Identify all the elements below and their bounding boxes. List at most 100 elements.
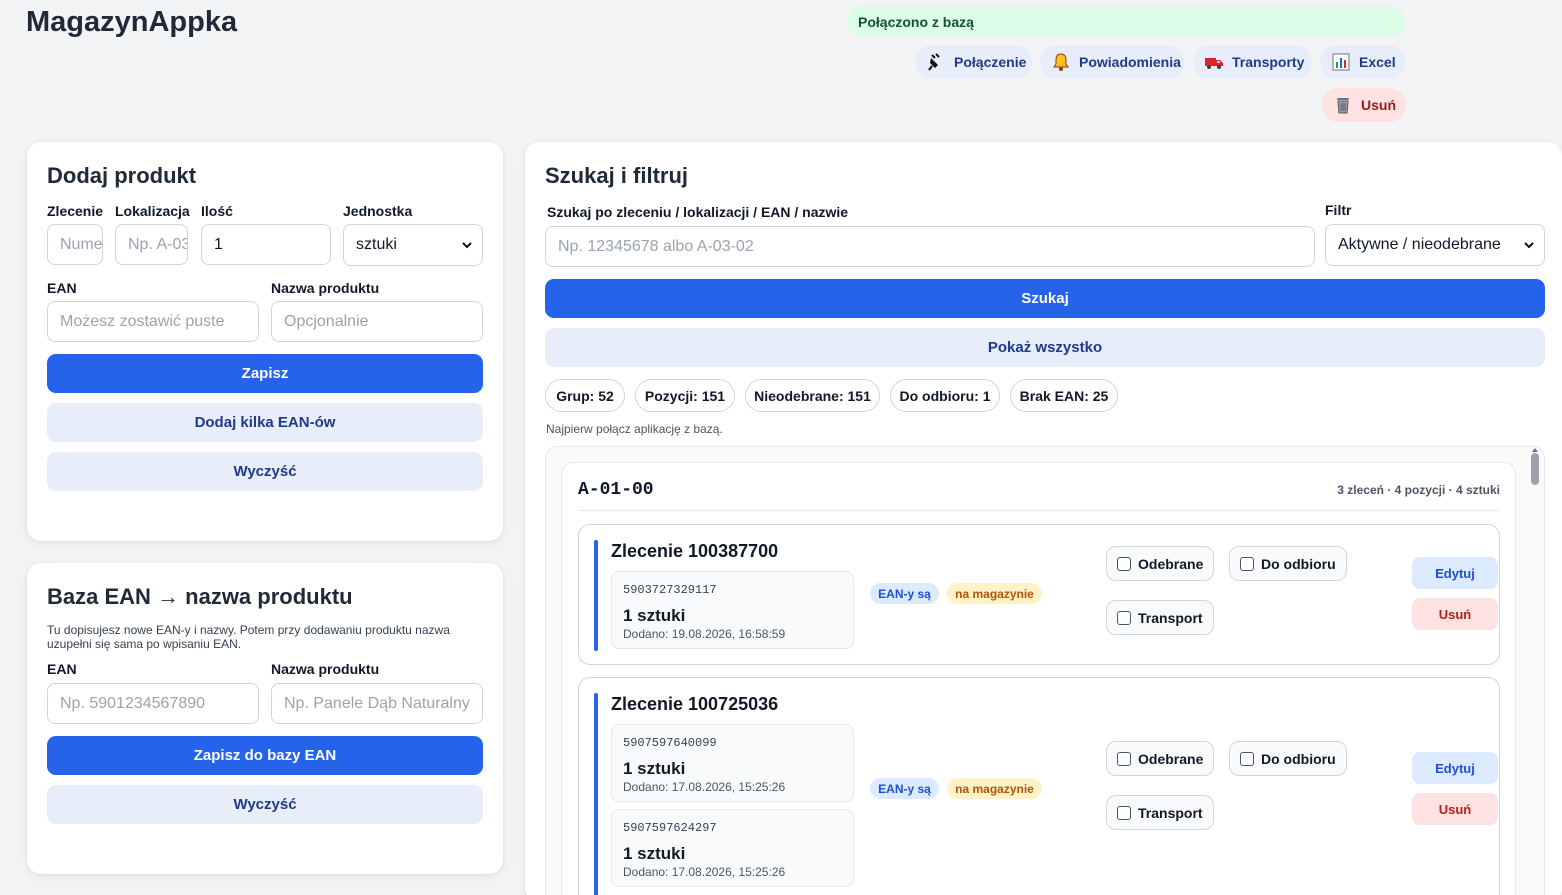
- stat-positions: Pozycji: 151: [635, 379, 735, 412]
- qty-label: Ilość: [201, 203, 233, 219]
- stat-groups: Grup: 52: [545, 379, 625, 412]
- checkbox-icon[interactable]: [1117, 751, 1131, 766]
- item-date: Dodano: 17.08.2026, 15:25:26: [623, 865, 786, 879]
- unit-select[interactable]: sztuki: [343, 224, 483, 266]
- connect-note: Najpierw połącz aplikację z bazą.: [546, 422, 723, 436]
- transports-label: Transporty: [1232, 54, 1305, 70]
- location-group: A-01-00 3 zleceń · 4 pozycji · 4 sztuki …: [561, 462, 1516, 895]
- filter-label: Filtr: [1325, 202, 1352, 218]
- item-date: Dodano: 17.08.2026, 15:25:26: [623, 780, 786, 794]
- scrollbar-thumb[interactable]: [1531, 453, 1539, 485]
- picked-label: Odebrane: [1138, 750, 1204, 767]
- show-all-button[interactable]: Pokaż wszystko: [545, 328, 1545, 367]
- filter-select[interactable]: Aktywne / nieodebrane: [1325, 224, 1545, 266]
- transport-checkbox[interactable]: Transport: [1106, 795, 1214, 830]
- checkbox-icon[interactable]: [1117, 556, 1131, 571]
- stat-missing-ean: Brak EAN: 25: [1010, 379, 1118, 412]
- product-name-label: Nazwa produktu: [271, 280, 380, 296]
- ean-base-name-input[interactable]: Np. Panele Dąb Naturalny: [271, 683, 483, 724]
- search-query-label: Szukaj po zleceniu / lokalizacji / EAN /…: [547, 204, 849, 220]
- qty-input[interactable]: 1: [201, 224, 331, 265]
- plug-icon: [928, 53, 940, 71]
- add-product-card: Dodaj produkt Zlecenie Lokalizacja Ilość…: [27, 142, 503, 541]
- checkbox-icon[interactable]: [1240, 751, 1254, 766]
- order-card: Zlecenie 100387700 5903727329117 1 sztuk…: [578, 524, 1500, 665]
- ean-base-ean-input[interactable]: Np. 5901234567890: [47, 683, 259, 724]
- connection-status-badge: Połączono z bazą: [847, 6, 1405, 36]
- chevron-down-icon: [462, 242, 472, 249]
- order-accent-bar: [594, 540, 598, 651]
- item-qty: 1 sztuki: [623, 606, 686, 625]
- order-card: Zlecenie 100725036 5907597640099 1 sztuk…: [578, 677, 1500, 895]
- transports-button[interactable]: Transporty: [1193, 45, 1312, 79]
- edit-button[interactable]: Edytuj: [1412, 557, 1498, 589]
- checkbox-icon[interactable]: [1240, 556, 1254, 571]
- transport-checkbox[interactable]: Transport: [1106, 600, 1214, 635]
- order-item: 5907597624297 1 sztuki Dodano: 17.08.202…: [611, 809, 854, 887]
- stat-unpicked: Nieodebrane: 151: [745, 379, 880, 412]
- bell-icon: [1053, 53, 1069, 71]
- item-qty: 1 sztuki: [623, 844, 686, 863]
- order-item: 5903727329117 1 sztuki Dodano: 19.08.202…: [611, 571, 854, 649]
- to-pickup-checkbox[interactable]: Do odbioru: [1229, 546, 1347, 581]
- delete-button[interactable]: Usuń: [1412, 793, 1498, 825]
- excel-label: Excel: [1359, 54, 1396, 70]
- add-multiple-ean-button[interactable]: Dodaj kilka EAN-ów: [47, 403, 483, 442]
- notifications-label: Powiadomienia: [1079, 54, 1181, 70]
- ean-present-badge: EAN-y są: [870, 778, 939, 799]
- picked-label: Odebrane: [1138, 555, 1204, 572]
- results-list[interactable]: A-01-00 3 zleceń · 4 pozycji · 4 sztuki …: [545, 446, 1545, 895]
- search-title: Szukaj i filtruj: [545, 163, 689, 188]
- order-item: 5907597640099 1 sztuki Dodano: 17.08.202…: [611, 724, 854, 802]
- in-stock-badge: na magazynie: [947, 583, 1042, 604]
- order-title: Zlecenie 100387700: [611, 541, 779, 561]
- product-name-input[interactable]: Opcjonalnie: [271, 301, 483, 342]
- chevron-down-icon: [1524, 242, 1534, 249]
- delete-all-button[interactable]: Usuń: [1322, 88, 1406, 122]
- item-ean: 5907597640099: [623, 736, 717, 750]
- location-input[interactable]: Np. A-03-02: [115, 224, 188, 265]
- order-accent-bar: [594, 693, 598, 895]
- checkbox-icon[interactable]: [1117, 610, 1131, 625]
- group-divider: [578, 510, 1499, 511]
- order-label: Zlecenie: [47, 203, 104, 219]
- transport-label: Transport: [1138, 804, 1203, 821]
- clear-button[interactable]: Wyczyść: [47, 452, 483, 491]
- group-location: A-01-00: [578, 480, 654, 500]
- notifications-button[interactable]: Powiadomienia: [1040, 45, 1185, 79]
- add-product-title: Dodaj produkt: [47, 163, 197, 188]
- ean-base-card: Baza EAN → nazwa produktu Tu dopisujesz …: [27, 563, 503, 874]
- unit-label: Jednostka: [343, 203, 413, 219]
- edit-button[interactable]: Edytuj: [1412, 752, 1498, 784]
- clear-ean-base-button[interactable]: Wyczyść: [47, 785, 483, 824]
- delete-all-label: Usuń: [1361, 97, 1396, 113]
- transport-label: Transport: [1138, 609, 1203, 626]
- item-ean: 5903727329117: [623, 583, 717, 597]
- unit-select-value: sztuki: [356, 236, 397, 253]
- search-input[interactable]: Np. 12345678 albo A-03-02: [545, 226, 1315, 267]
- excel-button[interactable]: Excel: [1320, 45, 1406, 79]
- to-pickup-checkbox[interactable]: Do odbioru: [1229, 741, 1347, 776]
- ean-input[interactable]: Możesz zostawić puste: [47, 301, 259, 342]
- save-ean-base-button[interactable]: Zapisz do bazy EAN: [47, 736, 483, 775]
- save-button[interactable]: Zapisz: [47, 354, 483, 393]
- connection-button[interactable]: Połączenie: [915, 45, 1032, 79]
- picked-checkbox[interactable]: Odebrane: [1106, 741, 1215, 776]
- location-label: Lokalizacja: [115, 203, 190, 219]
- order-input[interactable]: Numer: [47, 224, 103, 265]
- stat-to-pickup: Do odbioru: 1: [890, 379, 1000, 412]
- item-ean: 5907597624297: [623, 821, 717, 835]
- item-qty: 1 sztuki: [623, 759, 686, 778]
- search-button[interactable]: Szukaj: [545, 279, 1545, 318]
- ean-base-title: Baza EAN → nazwa produktu: [47, 584, 353, 609]
- to-pickup-label: Do odbioru: [1261, 750, 1336, 767]
- ean-base-ean-label: EAN: [47, 661, 77, 677]
- checkbox-icon[interactable]: [1117, 805, 1131, 820]
- connection-label: Połączenie: [954, 54, 1027, 70]
- filter-select-value: Aktywne / nieodebrane: [1338, 236, 1501, 253]
- item-date: Dodano: 19.08.2026, 16:58:59: [623, 627, 786, 641]
- picked-checkbox[interactable]: Odebrane: [1106, 546, 1215, 581]
- trash-icon: [1337, 98, 1349, 114]
- chart-icon: [1332, 53, 1350, 71]
- delete-button[interactable]: Usuń: [1412, 598, 1498, 630]
